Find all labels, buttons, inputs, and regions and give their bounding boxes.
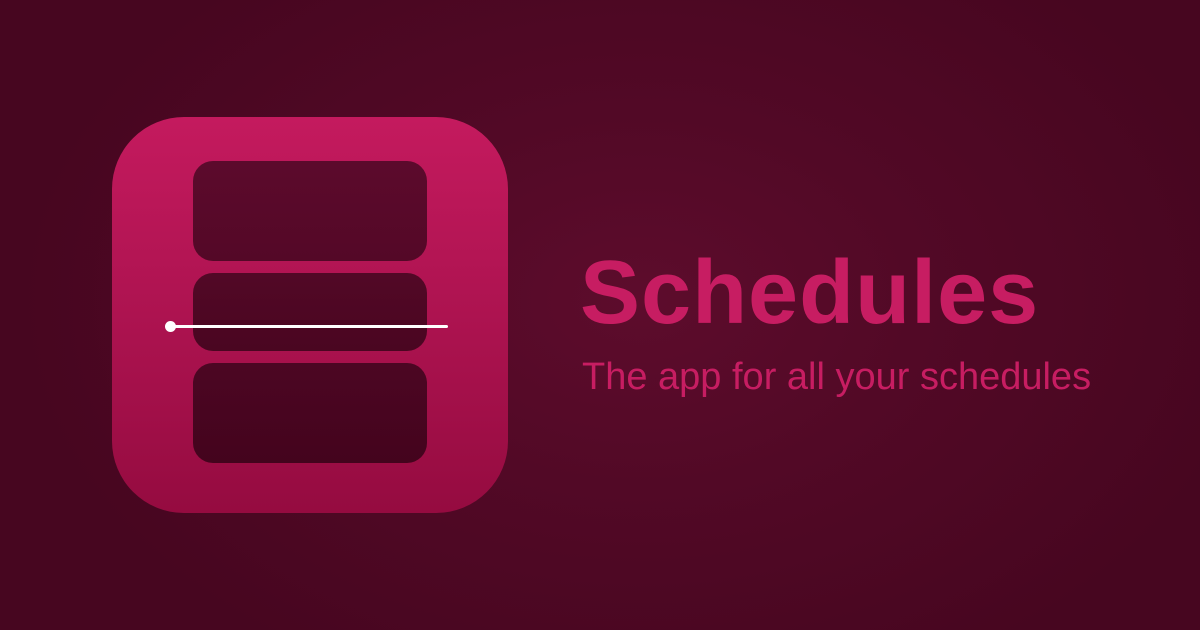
app-icon bbox=[112, 117, 508, 513]
time-indicator-line bbox=[170, 325, 448, 328]
time-indicator-dot bbox=[165, 321, 176, 332]
current-time-indicator bbox=[165, 320, 455, 332]
app-title: Schedules bbox=[580, 243, 1040, 343]
schedule-slot-3 bbox=[193, 363, 427, 463]
schedule-slot-2 bbox=[193, 273, 427, 351]
schedule-slot-1 bbox=[193, 161, 427, 261]
app-tagline: The app for all your schedules bbox=[582, 356, 1092, 398]
